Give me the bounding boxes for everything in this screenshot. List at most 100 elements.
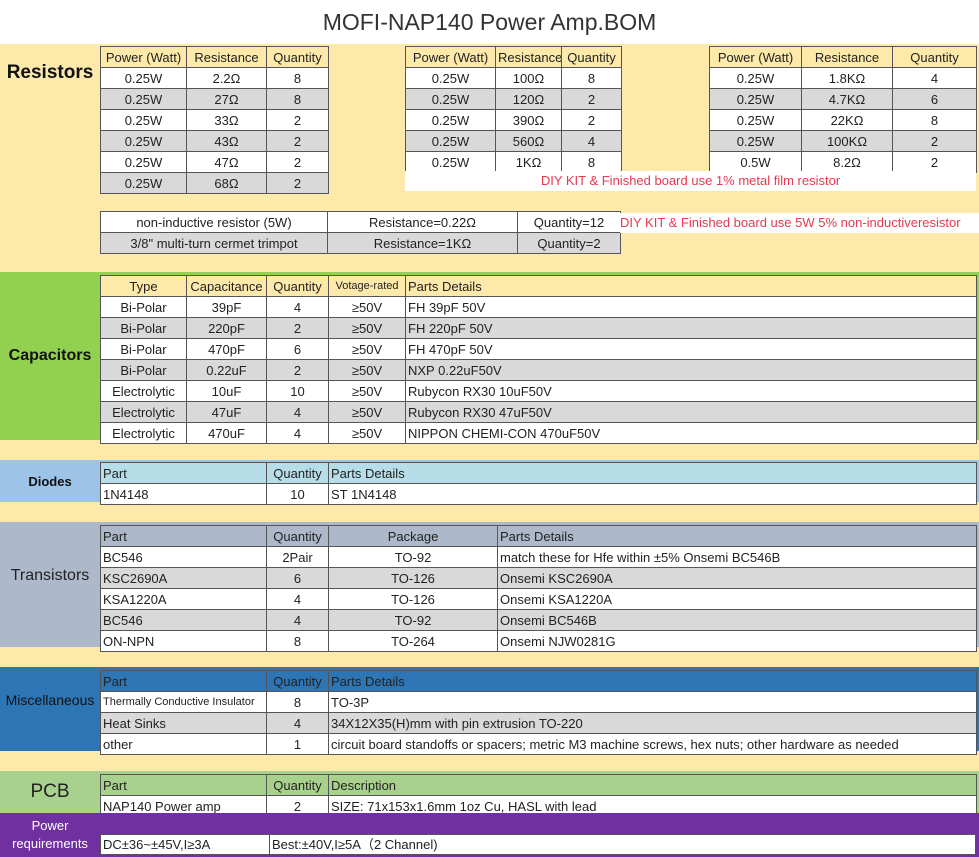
cell-power: 0.25W [100, 172, 187, 194]
cell-part: BC546 [100, 546, 267, 568]
column-header: Parts Details [328, 670, 977, 692]
cell-part: other [100, 733, 267, 755]
resistor-note-non-inductive: DIY KIT & Finished board use 5W 5% non-i… [620, 213, 979, 233]
capacitors-table: Type Capacitance Quantity Votage-rated P… [100, 275, 977, 444]
cell-quantity: 4 [561, 130, 622, 152]
cell-quantity: 2Pair [266, 546, 329, 568]
cell-voltage: ≥50V [328, 359, 406, 381]
misc-label: Miscellaneous [5, 692, 95, 708]
table-row: 0.5W 8.2Ω 2 [709, 151, 977, 173]
transistors-label: Transistors [10, 567, 90, 584]
cell-capacitance: 47uF [186, 401, 267, 423]
cell-details: Onsemi BC546B [497, 609, 977, 631]
resistor-table-3: Power (Watt) Resistance Quantity 0.25W 1.… [709, 46, 977, 173]
cell-quantity: 8 [266, 630, 329, 652]
table-row: 0.25W 22KΩ 8 [709, 109, 977, 131]
cell-resistance: 33Ω [186, 109, 267, 131]
table-row: KSC2690A 6 TO-126 Onsemi KSC2690A [100, 567, 977, 589]
column-header: Parts Details [328, 462, 977, 484]
cell-details: Onsemi NJW0281G [497, 630, 977, 652]
cell-power: 0.25W [100, 88, 187, 110]
cell-type: Bi-Polar [100, 338, 187, 360]
cell-power: 0.25W [709, 88, 802, 110]
column-header: Power (Watt) [405, 46, 496, 68]
cell-type: Bi-Polar [100, 317, 187, 339]
table-row: Electrolytic 47uF 4 ≥50V Rubycon RX30 47uF50… [100, 401, 977, 423]
table-header-row: Power (Watt) Resistance Quantity [100, 46, 329, 68]
power-best: Best:±40V,I≥5A（2 Channel) [272, 837, 438, 852]
column-header: Quantity [561, 46, 622, 68]
cell-quantity: 8 [266, 88, 329, 110]
cell-details: ST 1N4148 [328, 483, 977, 505]
cell-quantity: 8 [892, 109, 977, 131]
cell-part: non-inductive resistor (5W) [100, 211, 328, 233]
cell-part: KSC2690A [100, 567, 267, 589]
cell-power: 0.25W [405, 130, 496, 152]
cell-part: BC546 [100, 609, 267, 631]
cell-quantity: 4 [266, 401, 329, 423]
cell-quantity: Quantity=12 [517, 211, 621, 233]
cell-package: TO-126 [328, 588, 498, 610]
cell-package: TO-264 [328, 630, 498, 652]
cell-resistance: 47Ω [186, 151, 267, 173]
cell-part: KSA1220A [100, 588, 267, 610]
cell-resistance: 390Ω [495, 109, 562, 131]
cell-package: TO-92 [328, 546, 498, 568]
cell-details: NIPPON CHEMI-CON 470uF50V [405, 422, 977, 444]
cell-part: ON-NPN [100, 630, 267, 652]
column-header: Power (Watt) [100, 46, 187, 68]
cell-voltage: ≥50V [328, 422, 406, 444]
cell-resistance: 2.2Ω [186, 67, 267, 89]
table-row: 3/8" multi-turn cermet trimpot Resistanc… [100, 232, 621, 254]
cell-details: FH 470pF 50V [405, 338, 977, 360]
resistor-note-metal-film: DIY KIT & Finished board use 1% metal fi… [405, 171, 976, 191]
table-row: 0.25W 100Ω 8 [405, 67, 622, 89]
cell-power: 0.25W [405, 109, 496, 131]
resistors-label: Resistors [6, 62, 94, 83]
diodes-spacer [0, 502, 979, 522]
table-header-row: Type Capacitance Quantity Votage-rated P… [100, 275, 977, 297]
table-row: Thermally Conductive Insulator 8 TO-3P [100, 691, 977, 713]
cell-quantity: 10 [266, 380, 329, 402]
cell-resistance: 27Ω [186, 88, 267, 110]
cell-power: 0.25W [100, 130, 187, 152]
cell-quantity: 4 [266, 609, 329, 631]
cell-type: Electrolytic [100, 422, 187, 444]
cell-resistance: 4.7KΩ [801, 88, 893, 110]
cell-resistance: 560Ω [495, 130, 562, 152]
cell-quantity: 8 [561, 67, 622, 89]
cell-power: 0.25W [709, 67, 802, 89]
cell-quantity: 4 [892, 67, 977, 89]
table-row: 0.25W 560Ω 4 [405, 130, 622, 152]
cell-voltage: ≥50V [328, 296, 406, 318]
cell-quantity: 2 [561, 109, 622, 131]
table-row: 0.25W 1.8KΩ 4 [709, 67, 977, 89]
cell-quantity: 2 [266, 130, 329, 152]
table-row: 0.25W 47Ω 2 [100, 151, 329, 173]
cell-details: FH 39pF 50V [405, 296, 977, 318]
cell-resistance: 1KΩ [495, 151, 562, 173]
column-header: Part [100, 774, 267, 796]
cell-power: 0.25W [405, 67, 496, 89]
table-row: 0.25W 43Ω 2 [100, 130, 329, 152]
power-label: Power requirements [12, 818, 88, 851]
cell-resistance: 68Ω [186, 172, 267, 194]
cell-power: 0.25W [709, 109, 802, 131]
cell-quantity: 4 [266, 588, 329, 610]
cell-quantity: 8 [561, 151, 622, 173]
cell-type: Bi-Polar [100, 296, 187, 318]
cell-quantity: 2 [266, 109, 329, 131]
table-row: other 1 circuit board standoffs or spacers… [100, 733, 977, 755]
column-header: Resistance [801, 46, 893, 68]
cell-quantity: 8 [266, 691, 329, 713]
cell-resistance: Resistance=1KΩ [327, 232, 518, 254]
cell-details: Onsemi KSC2690A [497, 567, 977, 589]
resistor-table-2: Power (Watt) Resistance Quantity 0.25W 10… [405, 46, 622, 173]
table-row: 0.25W 33Ω 2 [100, 109, 329, 131]
column-header: Quantity [266, 525, 329, 547]
cell-quantity: 6 [266, 567, 329, 589]
table-header-row: Part Quantity Package Parts Details [100, 525, 977, 547]
table-header-row: Power (Watt) Resistance Quantity [709, 46, 977, 68]
cell-resistance: 43Ω [186, 130, 267, 152]
cell-capacitance: 10uF [186, 380, 267, 402]
